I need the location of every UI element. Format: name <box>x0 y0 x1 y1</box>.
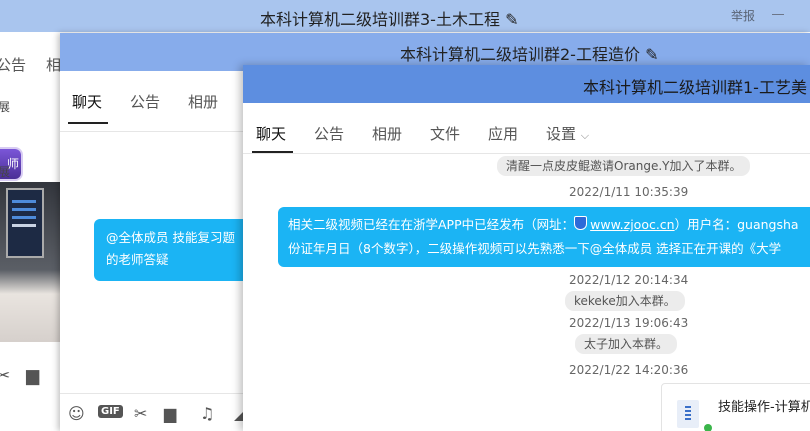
tab-chat[interactable]: 聊天 <box>256 123 286 144</box>
edit-icon[interactable]: ✎ <box>645 45 658 64</box>
monitor-image <box>6 188 44 258</box>
status-dot-icon <box>704 424 712 431</box>
window-1-title: 本科计算机二级培训群1-工艺美 <box>583 78 807 97</box>
tab-announcement[interactable]: 公告 <box>130 91 160 112</box>
message-line: 份证年月日（8个数字），二级操作视频可以先熟悉一下@全体成员 选择正在开课的《大… <box>288 241 782 256</box>
group-window-1: 本科计算机二级培训群1-工艺美 聊天 公告 相册 文件 应用 设置 ⌵ 清醒一点… <box>243 65 810 431</box>
tab-announcement[interactable]: 公告 <box>0 54 26 75</box>
tab-files[interactable]: 文件 <box>430 123 460 144</box>
window-3-title: 本科计算机二级培训群3-土木工程 ✎ <box>260 10 519 29</box>
message-timestamp: 2022/1/13 19:06:43 <box>569 316 689 330</box>
tab-album[interactable]: 相 <box>46 54 61 75</box>
window-2-title: 本科计算机二级培训群2-工程造价 ✎ <box>400 45 659 64</box>
window-1-titlebar[interactable]: 本科计算机二级培训群1-工艺美 <box>243 65 810 103</box>
system-notice: 清醒一点皮皮鲲邀请Orange.Y加入了本群。 <box>497 156 751 176</box>
music-icon[interactable]: ♫ <box>200 404 214 423</box>
tab-album[interactable]: 相册 <box>372 123 402 144</box>
divider <box>243 153 810 154</box>
minimize-icon[interactable] <box>772 14 784 15</box>
scissors-icon[interactable]: ✂ <box>0 366 10 386</box>
window-3-titlebar[interactable]: 本科计算机二级培训群3-土木工程 ✎ 举报 <box>0 0 810 32</box>
window-3-left-panel: 公告 相 展 师 展 ✂ ▆ <box>0 32 62 431</box>
tab-album[interactable]: 相册 <box>188 91 218 112</box>
active-tab-indicator <box>68 122 108 124</box>
message-timestamp: 2022/1/22 14:20:36 <box>569 363 689 377</box>
shield-icon <box>574 216 588 230</box>
chat-message-bubble[interactable]: 相关二级视频已经在在浙学APP中已经发布（网址： www.zjooc.cn）用户名… <box>278 207 810 267</box>
tab-settings[interactable]: 设置 ⌵ <box>546 123 589 144</box>
message-timestamp: 2022/1/12 20:14:34 <box>569 273 689 287</box>
folder-icon[interactable]: ▆ <box>26 366 39 386</box>
chevron-down-icon: ⌵ <box>580 129 590 142</box>
message-line: 相关二级视频已经在在浙学APP中已经发布（网址： www.zjooc.cn）用户名… <box>288 216 799 232</box>
scissors-icon[interactable]: ✂ <box>134 404 147 423</box>
emoji-icon[interactable]: ☺ <box>68 404 85 423</box>
chat-photo[interactable] <box>0 182 62 342</box>
tab-apps[interactable]: 应用 <box>488 123 518 144</box>
file-icon <box>677 400 699 428</box>
edit-icon[interactable]: ✎ <box>505 10 518 29</box>
side-text: 展 <box>0 165 11 179</box>
gif-icon[interactable]: GIF <box>98 405 123 418</box>
tab-announcement[interactable]: 公告 <box>314 123 344 144</box>
message-link[interactable]: www.zjooc.cn <box>590 217 674 232</box>
message-timestamp: 2022/1/11 10:35:39 <box>569 185 689 199</box>
file-name: 技能操作-计算机 <box>718 400 810 415</box>
side-text: 展 <box>0 100 11 114</box>
folder-icon[interactable]: ▆ <box>164 404 176 423</box>
report-link[interactable]: 举报 <box>731 7 755 24</box>
system-notice: kekeke加入本群。 <box>565 291 685 311</box>
file-card[interactable]: 技能操作-计算机 <box>661 383 810 431</box>
system-notice: 太子加入本群。 <box>575 334 678 354</box>
tab-chat[interactable]: 聊天 <box>72 91 102 112</box>
